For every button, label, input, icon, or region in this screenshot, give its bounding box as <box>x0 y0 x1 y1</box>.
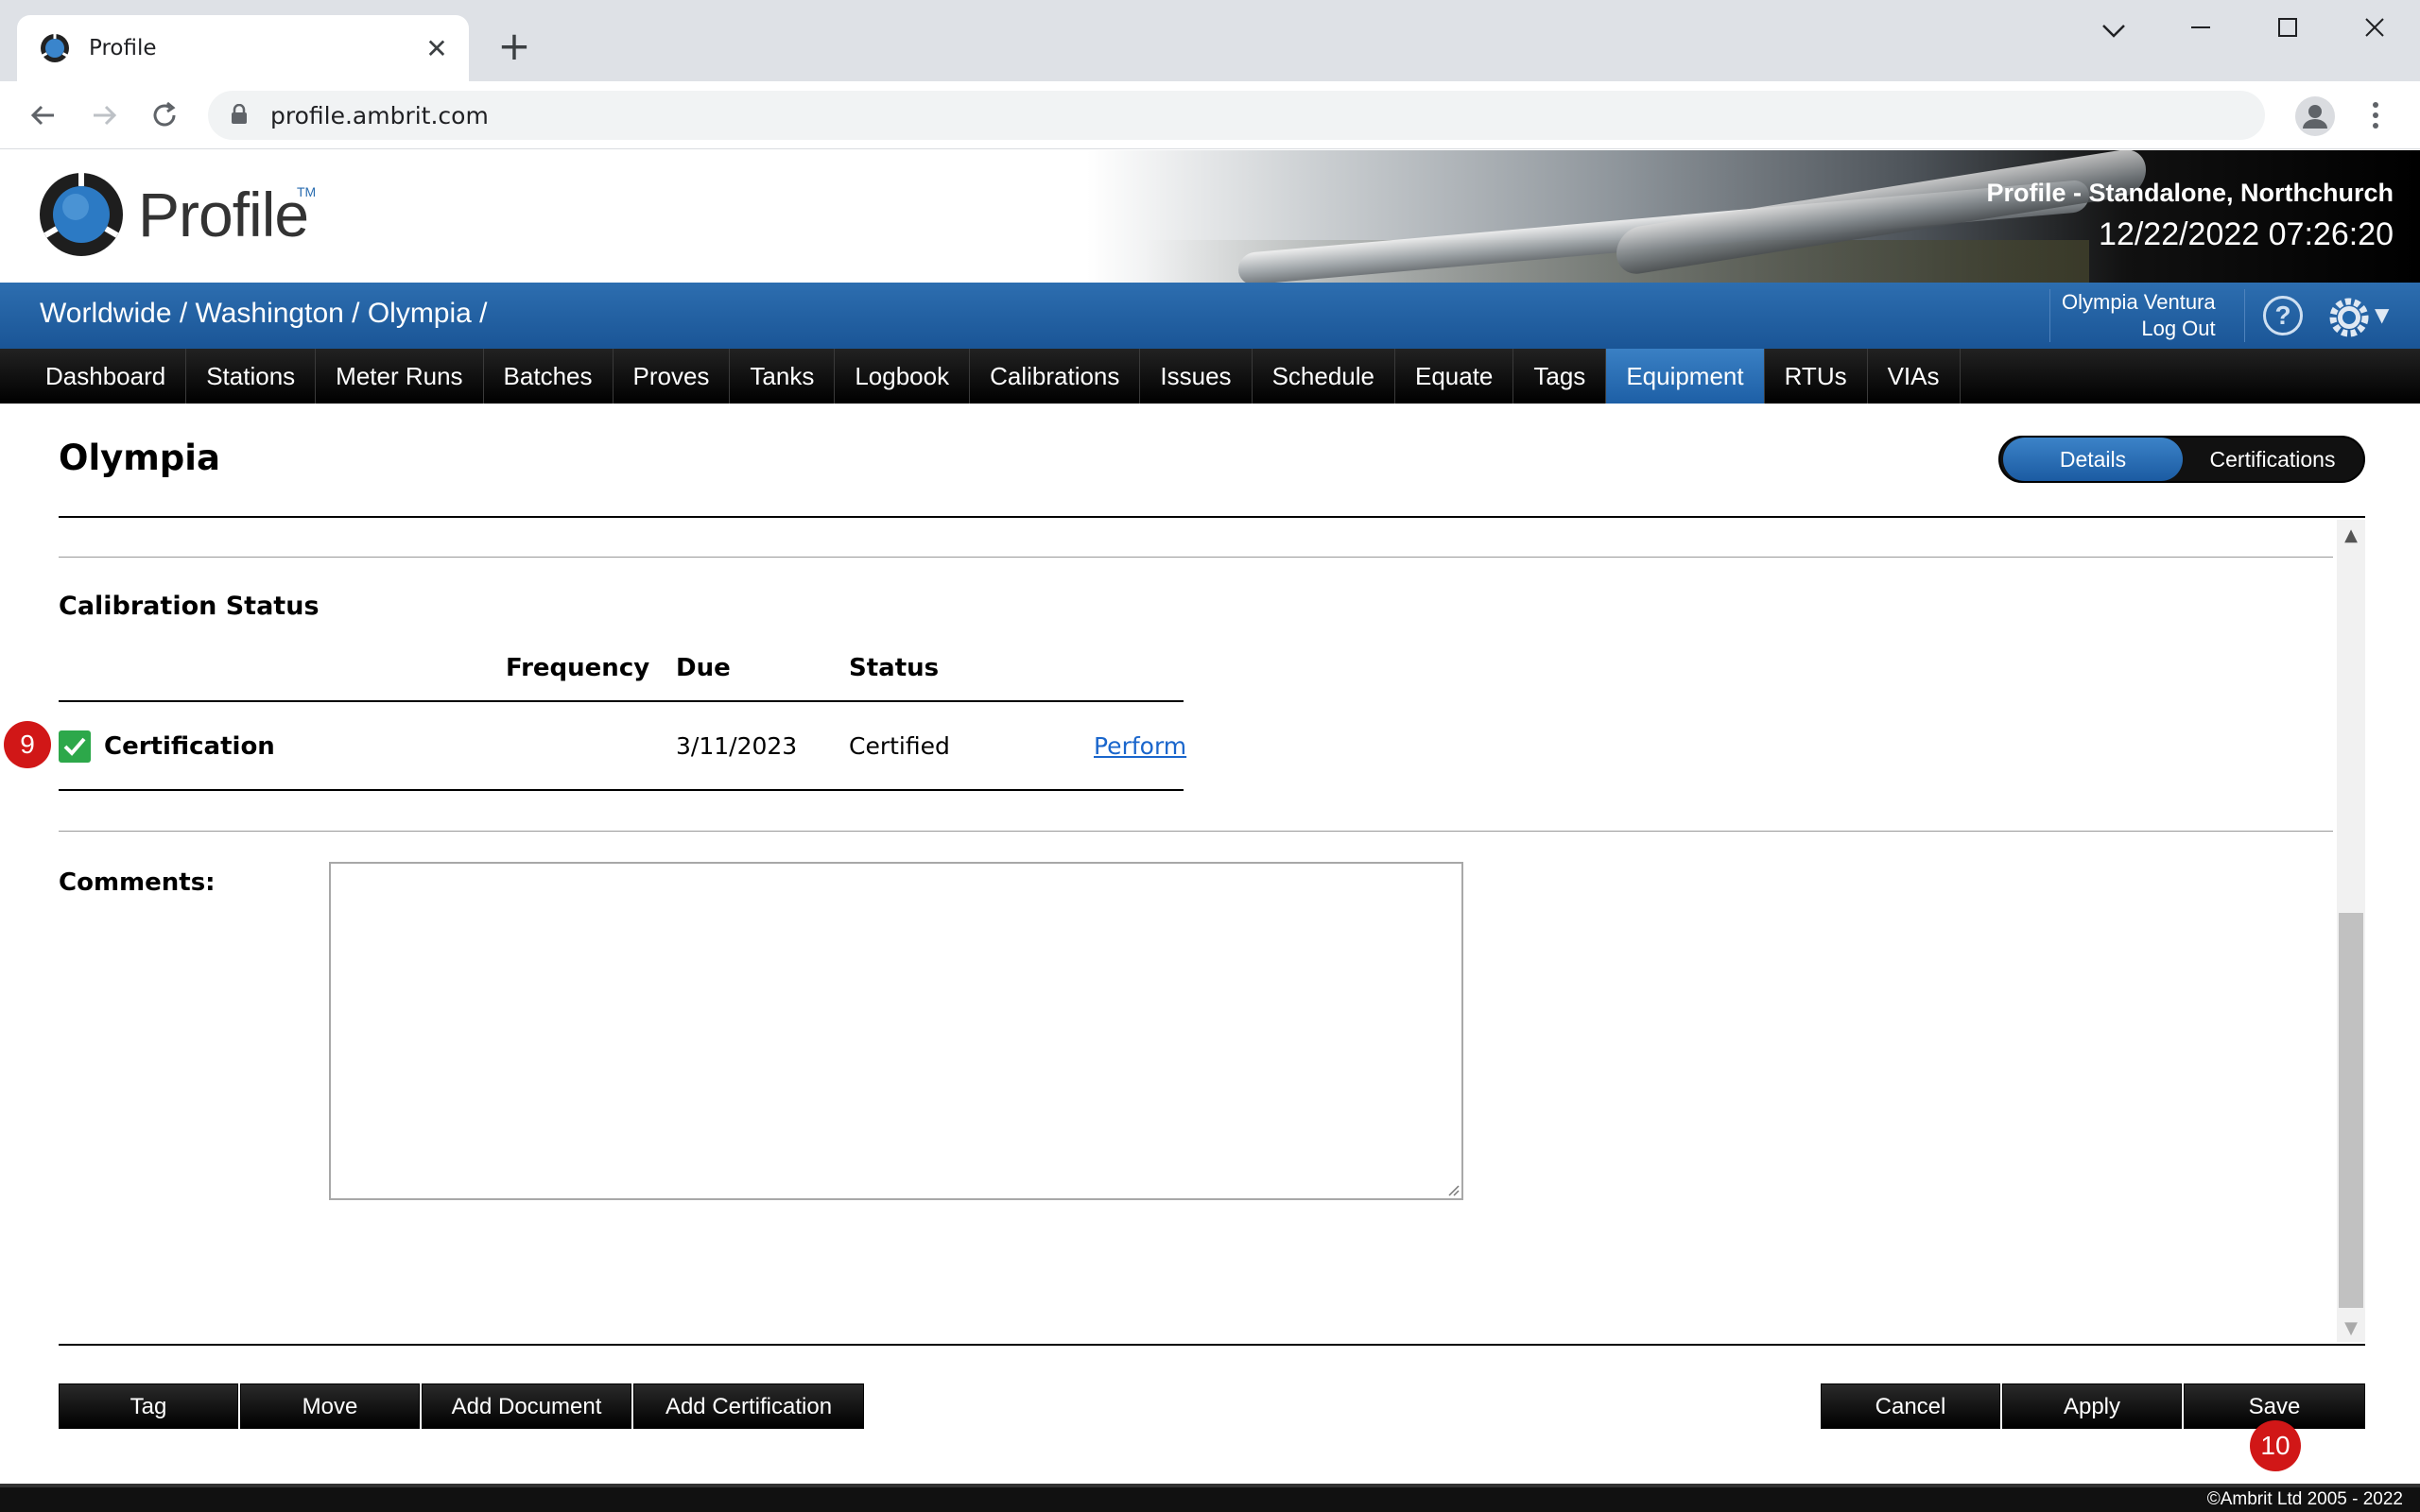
table-bottom-divider <box>59 789 1184 791</box>
help-icon[interactable]: ? <box>2263 296 2303 335</box>
nav-item-meter-runs[interactable]: Meter Runs <box>316 349 484 404</box>
nav-item-batches[interactable]: Batches <box>484 349 614 404</box>
section-divider <box>59 831 2333 832</box>
certifications-toggle-button[interactable]: Certifications <box>2183 438 2362 481</box>
maximize-icon[interactable] <box>2259 13 2316 46</box>
profile-favicon-icon <box>40 33 70 63</box>
status-column-header: Status <box>849 654 940 682</box>
section-divider <box>59 557 2333 558</box>
breadcrumb-bar: Worldwide / Washington / Olympia / Olymp… <box>0 283 2420 349</box>
due-column-header: Due <box>676 654 731 682</box>
address-bar[interactable]: profile.ambrit.com <box>208 91 2265 140</box>
user-box: Olympia Ventura Log Out <box>2049 289 2245 342</box>
back-icon[interactable] <box>21 93 66 138</box>
nav-list: Dashboard Stations Meter Runs Batches Proves… <box>0 349 1961 404</box>
vertical-scrollbar[interactable]: ▲ ▼ <box>2337 520 2365 1342</box>
nav-item-equipment[interactable]: Equipment <box>1606 349 1765 404</box>
details-toggle-button[interactable]: Details <box>2003 438 2183 481</box>
browser-toolbar: profile.ambrit.com <box>0 81 2420 149</box>
browser-tab-bar: Profile ✕ + <box>0 0 2420 81</box>
nav-item-proves[interactable]: Proves <box>614 349 731 404</box>
browser-tab[interactable]: Profile ✕ <box>17 15 469 81</box>
nav-item-tags[interactable]: Tags <box>1513 349 1607 404</box>
copyright-text: ©Ambrit Ltd 2005 - 2022 <box>2206 1489 2403 1509</box>
breadcrumb[interactable]: Worldwide / Washington / Olympia / <box>40 298 488 330</box>
apply-button[interactable]: Apply <box>2002 1383 2182 1429</box>
nav-item-rtus[interactable]: RTUs <box>1765 349 1868 404</box>
app-header: Profile TM Profile - Standalone, Northch… <box>0 150 2420 283</box>
nav-item-dashboard[interactable]: Dashboard <box>0 349 187 404</box>
nav-item-stations[interactable]: Stations <box>186 349 317 404</box>
settings-caret-icon[interactable]: ▼ <box>2375 303 2389 326</box>
lock-icon <box>231 103 248 125</box>
url-text: profile.ambrit.com <box>270 102 489 129</box>
page-title: Olympia <box>59 438 220 478</box>
user-name: Olympia Ventura <box>2062 290 2216 314</box>
cancel-button[interactable]: Cancel <box>1821 1383 2000 1429</box>
step-badge-10: 10 <box>2250 1420 2301 1471</box>
reload-icon[interactable] <box>142 93 187 138</box>
profile-logo-icon[interactable] <box>38 171 125 258</box>
checkmark-icon <box>59 730 91 763</box>
add-document-button[interactable]: Add Document <box>422 1383 631 1429</box>
table-header-divider <box>59 700 1184 702</box>
move-button[interactable]: Move <box>240 1383 420 1429</box>
tab-title: Profile <box>89 36 157 60</box>
content-bottom-divider <box>59 1344 2365 1346</box>
nav-item-vias[interactable]: VIAs <box>1868 349 1961 404</box>
logout-link[interactable]: Log Out <box>2062 316 2215 342</box>
comments-label: Comments: <box>59 868 216 897</box>
logo-trademark: TM <box>297 184 317 199</box>
nav-item-equate[interactable]: Equate <box>1395 349 1514 404</box>
current-datetime: 12/22/2022 07:26:20 <box>2099 216 2394 252</box>
nav-item-logbook[interactable]: Logbook <box>835 349 971 404</box>
view-toggle: Details Certifications <box>1998 436 2365 483</box>
tab-close-icon[interactable]: ✕ <box>418 33 456 64</box>
due-date-cell: 3/11/2023 <box>676 732 798 760</box>
footer: ©Ambrit Ltd 2005 - 2022 <box>0 1484 2420 1512</box>
close-window-icon[interactable] <box>2346 13 2403 46</box>
calibration-status-heading: Calibration Status <box>59 592 320 621</box>
logo-text: Profile <box>138 180 309 249</box>
status-cell: Certified <box>849 732 950 760</box>
minimize-icon[interactable] <box>2172 13 2229 46</box>
site-name: Profile - Standalone, Northchurch <box>1986 179 2394 207</box>
nav-item-tanks[interactable]: Tanks <box>730 349 836 404</box>
step-badge-9: 9 <box>4 721 51 768</box>
nav-item-issues[interactable]: Issues <box>1140 349 1253 404</box>
browser-menu-icon[interactable] <box>2361 93 2390 142</box>
gear-icon[interactable] <box>2327 296 2371 339</box>
forward-icon[interactable] <box>81 93 127 138</box>
resize-grip-icon[interactable] <box>1444 1181 1460 1196</box>
scroll-up-icon[interactable]: ▲ <box>2337 525 2365 545</box>
nav-item-schedule[interactable]: Schedule <box>1253 349 1395 404</box>
tag-button[interactable]: Tag <box>59 1383 238 1429</box>
new-tab-icon[interactable]: + <box>492 23 537 69</box>
nav-item-calibrations[interactable]: Calibrations <box>970 349 1141 404</box>
perform-link[interactable]: Perform <box>1094 732 1186 760</box>
scroll-down-icon[interactable]: ▼ <box>2337 1318 2365 1338</box>
frequency-column-header: Frequency <box>506 654 650 682</box>
comments-textarea[interactable] <box>329 862 1463 1200</box>
certification-row-label: Certification <box>104 732 275 761</box>
browser-profile-icon[interactable] <box>2295 96 2335 136</box>
add-certification-button[interactable]: Add Certification <box>633 1383 864 1429</box>
main-nav: Dashboard Stations Meter Runs Batches Proves… <box>0 349 2420 404</box>
scrollbar-thumb[interactable] <box>2339 913 2363 1308</box>
tab-search-chevron-icon[interactable] <box>2085 13 2142 46</box>
